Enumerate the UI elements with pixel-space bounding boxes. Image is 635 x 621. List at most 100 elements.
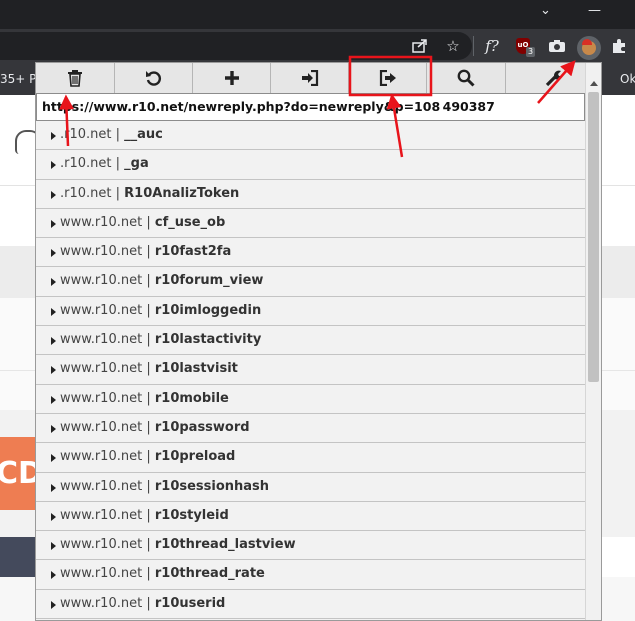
cookie-name: R10AnalizToken [124, 185, 240, 201]
expand-caret-icon[interactable] [51, 161, 56, 170]
cookie-row[interactable]: www.r10.net | r10fast2fa [36, 238, 585, 268]
toolbar-divider [473, 36, 474, 56]
cookie-domain: .r10.net [60, 185, 112, 201]
ublock-count-badge: 3 [526, 47, 536, 57]
cookie-separator: | [142, 214, 155, 230]
cookie-label: www.r10.net | r10userid [60, 590, 225, 618]
expand-caret-icon[interactable] [51, 600, 56, 609]
cookie-name: r10password [154, 419, 250, 435]
cookie-row[interactable]: www.r10.net | r10preload [36, 443, 585, 473]
cookie-label: www.r10.net | r10thread_lastview [60, 531, 296, 559]
sign-in-icon [301, 70, 318, 86]
scroll-up-arrow-icon[interactable] [590, 81, 598, 86]
cookie-domain: www.r10.net [60, 478, 143, 494]
cookie-separator: | [111, 127, 125, 142]
cookie-name: _ga [124, 156, 149, 172]
expand-caret-icon[interactable] [51, 571, 56, 580]
cookie-separator: | [142, 332, 155, 348]
cookie-row[interactable]: www.r10.net | r10sessionhash [36, 473, 585, 502]
current-url-field[interactable]: https://www.r10.net/newreply.php?do=newr… [36, 93, 585, 121]
expand-caret-icon[interactable] [51, 337, 56, 346]
expand-caret-icon[interactable] [51, 219, 56, 228]
fx-extension-icon[interactable]: f? [482, 36, 502, 56]
cookie-label: www.r10.net | r10fast2fa [60, 238, 231, 266]
cookie-label: .r10.net | _ga [60, 150, 149, 178]
expand-caret-icon[interactable] [51, 542, 56, 551]
cookie-row[interactable]: www.r10.net | cf_use_ob [36, 209, 585, 239]
delete-all-button[interactable] [36, 63, 115, 93]
page-dark-bar [0, 537, 35, 577]
bookmark-star-icon[interactable]: ☆ [443, 36, 463, 56]
cookie-domain: .r10.net [60, 127, 112, 142]
cookie-separator: | [142, 302, 155, 318]
cookie-name: r10imloggedin [154, 302, 262, 318]
popup-scrollbar[interactable] [585, 63, 601, 620]
plus-icon [224, 71, 239, 85]
cookie-label: www.r10.net | r10imloggedin [60, 297, 261, 325]
cookie-row[interactable]: .r10.net | R10AnalizToken [36, 180, 585, 209]
cookie-row[interactable]: www.r10.net | r10password [36, 414, 585, 444]
add-cookie-button[interactable] [193, 63, 271, 93]
cookie-domain: www.r10.net [60, 566, 143, 582]
reset-button[interactable] [115, 63, 193, 93]
cookie-domain: www.r10.net [60, 302, 143, 318]
cookie-label: www.r10.net | r10thread_rate [60, 560, 265, 588]
expand-caret-icon[interactable] [51, 190, 56, 199]
share-icon[interactable] [411, 38, 429, 54]
minimize-button[interactable]: — [588, 3, 601, 18]
cookie-editor-extension-icon[interactable] [577, 36, 601, 60]
cookie-label: www.r10.net | r10forum_view [60, 267, 263, 295]
cookie-row[interactable]: www.r10.net | r10forum_view [36, 267, 585, 297]
cookie-separator: | [111, 185, 125, 201]
scroll-thumb[interactable] [588, 92, 599, 382]
cookie-domain: www.r10.net [60, 507, 143, 523]
puzzle-extensions-icon[interactable] [610, 37, 628, 55]
expand-caret-icon[interactable] [51, 454, 56, 463]
cookie-row[interactable]: www.r10.net | r10lastvisit [36, 355, 585, 385]
cookie-row[interactable]: .r10.net | __auc [36, 121, 585, 151]
expand-caret-icon[interactable] [51, 366, 56, 375]
expand-caret-icon[interactable] [51, 395, 56, 404]
cookie-row[interactable]: www.r10.net | r10lastactivity [36, 326, 585, 356]
cookie-name: r10lastvisit [154, 361, 238, 377]
cookie-label: www.r10.net | r10lastactivity [60, 326, 261, 354]
trash-icon [68, 70, 82, 87]
cookie-separator: | [142, 273, 155, 289]
bookmark-item[interactable]: Ok [620, 72, 635, 86]
cookie-row[interactable]: www.r10.net | r10mobile [36, 385, 585, 414]
cookie-separator: | [142, 449, 155, 465]
cookie-name: r10sessionhash [154, 478, 270, 494]
cookie-separator: | [142, 390, 155, 406]
cookie-row[interactable]: www.r10.net | r10thread_rate [36, 560, 585, 590]
cookie-separator: | [142, 595, 155, 611]
camera-extension-icon[interactable] [548, 39, 566, 53]
expand-caret-icon[interactable] [51, 278, 56, 287]
expand-caret-icon[interactable] [51, 249, 56, 258]
cookie-name: r10userid [154, 595, 226, 611]
cookie-row[interactable]: www.r10.net | r10userid [36, 590, 585, 620]
cookie-row[interactable]: www.r10.net | r10styleid [36, 502, 585, 532]
cookie-row[interactable]: www.r10.net | r10imloggedin [36, 297, 585, 327]
cookie-row[interactable]: www.r10.net | r10thread_lastview [36, 531, 585, 561]
cookie-separator: | [142, 507, 155, 523]
cookie-domain: www.r10.net [60, 273, 143, 289]
popup-toolbar [36, 63, 601, 94]
cookie-separator: | [142, 537, 155, 553]
cookie-editor-popup: https://www.r10.net/newreply.php?do=newr… [35, 62, 602, 621]
expand-caret-icon[interactable] [51, 424, 56, 433]
cookie-separator: | [142, 566, 155, 582]
tab-search-chevron-icon[interactable]: ⌄ [540, 3, 551, 18]
address-bar[interactable]: ☆ [0, 32, 472, 60]
cookie-domain: www.r10.net [60, 449, 143, 465]
page-banner: CD [0, 437, 35, 510]
expand-caret-icon[interactable] [51, 307, 56, 316]
cookie-domain: www.r10.net [60, 361, 143, 377]
search-button[interactable] [427, 63, 506, 93]
export-button[interactable] [349, 63, 427, 93]
cookie-row[interactable]: .r10.net | _ga [36, 150, 585, 180]
cookie-label: www.r10.net | r10mobile [60, 385, 229, 413]
expand-caret-icon[interactable] [51, 512, 56, 521]
expand-caret-icon[interactable] [51, 132, 56, 140]
expand-caret-icon[interactable] [51, 483, 56, 492]
import-button[interactable] [271, 63, 349, 93]
